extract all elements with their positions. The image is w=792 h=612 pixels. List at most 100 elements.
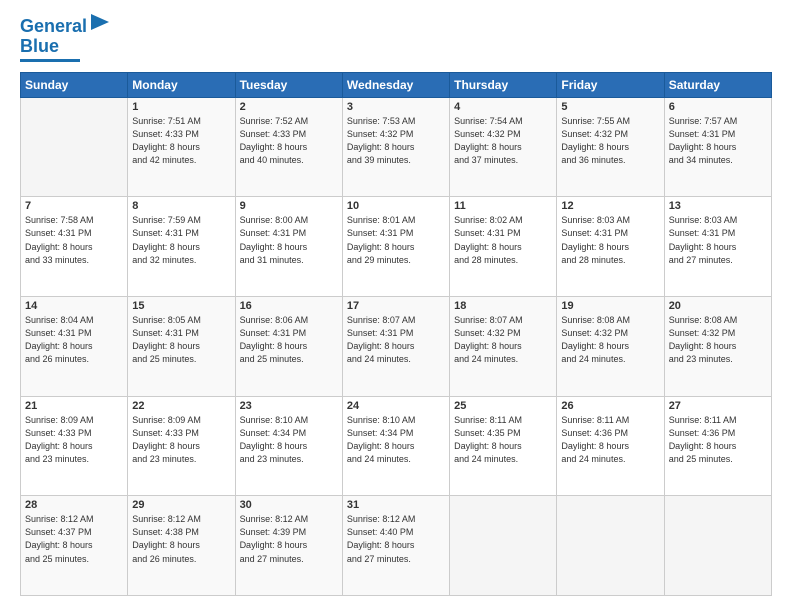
calendar-cell: 13 Sunrise: 8:03 AMSunset: 4:31 PMDayligh…: [664, 197, 771, 297]
logo-underline: [20, 59, 80, 62]
cell-info: Sunrise: 8:07 AMSunset: 4:31 PMDaylight:…: [347, 314, 445, 366]
cell-info: Sunrise: 7:51 AMSunset: 4:33 PMDaylight:…: [132, 115, 230, 167]
day-number: 6: [669, 101, 767, 113]
calendar-cell: 18Sunrise: 8:07 AMSunset: 4:32 PMDayligh…: [450, 297, 557, 397]
day-number: 2: [240, 101, 338, 113]
calendar-cell: 8 Sunrise: 7:59 AMSunset: 4:31 PMDaylight…: [128, 197, 235, 297]
cell-info: Sunrise: 8:12 AMSunset: 4:39 PMDaylight:…: [240, 513, 338, 565]
calendar-cell: 30Sunrise: 8:12 AMSunset: 4:39 PMDayligh…: [235, 496, 342, 596]
cell-info: Sunrise: 7:55 AMSunset: 4:32 PMDaylight:…: [561, 115, 659, 167]
day-number: 28: [25, 499, 123, 511]
logo-arrow-icon: [91, 14, 109, 30]
calendar-cell: 16 Sunrise: 8:06 AMSunset: 4:31 PMDayligh…: [235, 297, 342, 397]
calendar-cell: 1 Sunrise: 7:51 AMSunset: 4:33 PMDaylight…: [128, 97, 235, 197]
cell-info: Sunrise: 8:09 AMSunset: 4:33 PMDaylight:…: [132, 414, 230, 466]
calendar-cell: [21, 97, 128, 197]
col-header-tuesday: Tuesday: [235, 72, 342, 97]
calendar-cell: 29 Sunrise: 8:12 AMSunset: 4:38 PMDayligh…: [128, 496, 235, 596]
day-number: 4: [454, 101, 552, 113]
day-number: 14: [25, 300, 123, 312]
cell-info: Sunrise: 8:03 AMSunset: 4:31 PMDaylight:…: [669, 214, 767, 266]
day-number: 15: [132, 300, 230, 312]
day-number: 5: [561, 101, 659, 113]
cell-info: Sunrise: 7:59 AMSunset: 4:31 PMDaylight:…: [132, 214, 230, 266]
cell-info: Sunrise: 8:10 AMSunset: 4:34 PMDaylight:…: [240, 414, 338, 466]
col-header-wednesday: Wednesday: [342, 72, 449, 97]
cell-info: Sunrise: 8:12 AMSunset: 4:40 PMDaylight:…: [347, 513, 445, 565]
calendar-cell: 17 Sunrise: 8:07 AMSunset: 4:31 PMDayligh…: [342, 297, 449, 397]
day-number: 25: [454, 400, 552, 412]
cell-info: Sunrise: 8:00 AMSunset: 4:31 PMDaylight:…: [240, 214, 338, 266]
day-number: 7: [25, 200, 123, 212]
cell-info: Sunrise: 8:10 AMSunset: 4:34 PMDaylight:…: [347, 414, 445, 466]
calendar-cell: [450, 496, 557, 596]
cell-info: Sunrise: 8:07 AMSunset: 4:32 PMDaylight:…: [454, 314, 552, 366]
calendar-cell: 2Sunrise: 7:52 AMSunset: 4:33 PMDaylight…: [235, 97, 342, 197]
day-number: 11: [454, 200, 552, 212]
calendar-cell: [664, 496, 771, 596]
cell-info: Sunrise: 8:08 AMSunset: 4:32 PMDaylight:…: [561, 314, 659, 366]
calendar-cell: 10Sunrise: 8:01 AMSunset: 4:31 PMDayligh…: [342, 197, 449, 297]
col-header-thursday: Thursday: [450, 72, 557, 97]
calendar-cell: 31 Sunrise: 8:12 AMSunset: 4:40 PMDayligh…: [342, 496, 449, 596]
calendar-cell: 24 Sunrise: 8:10 AMSunset: 4:34 PMDayligh…: [342, 396, 449, 496]
cell-info: Sunrise: 8:12 AMSunset: 4:38 PMDaylight:…: [132, 513, 230, 565]
cell-info: Sunrise: 8:12 AMSunset: 4:37 PMDaylight:…: [25, 513, 123, 565]
calendar-cell: 28 Sunrise: 8:12 AMSunset: 4:37 PMDayligh…: [21, 496, 128, 596]
calendar-table: SundayMondayTuesdayWednesdayThursdayFrid…: [20, 72, 772, 596]
day-number: 3: [347, 101, 445, 113]
calendar-cell: 3Sunrise: 7:53 AMSunset: 4:32 PMDaylight…: [342, 97, 449, 197]
day-number: 21: [25, 400, 123, 412]
calendar-cell: 14Sunrise: 8:04 AMSunset: 4:31 PMDayligh…: [21, 297, 128, 397]
day-number: 29: [132, 499, 230, 511]
day-number: 19: [561, 300, 659, 312]
day-number: 16: [240, 300, 338, 312]
col-header-friday: Friday: [557, 72, 664, 97]
calendar-cell: 7 Sunrise: 7:58 AMSunset: 4:31 PMDaylight…: [21, 197, 128, 297]
col-header-saturday: Saturday: [664, 72, 771, 97]
calendar-week-row: 21 Sunrise: 8:09 AMSunset: 4:33 PMDayligh…: [21, 396, 772, 496]
cell-info: Sunrise: 8:05 AMSunset: 4:31 PMDaylight:…: [132, 314, 230, 366]
logo-text: General: [20, 17, 87, 37]
calendar-cell: 4Sunrise: 7:54 AMSunset: 4:32 PMDaylight…: [450, 97, 557, 197]
calendar-week-row: 14Sunrise: 8:04 AMSunset: 4:31 PMDayligh…: [21, 297, 772, 397]
logo: General Blue: [20, 16, 109, 62]
day-number: 24: [347, 400, 445, 412]
calendar-cell: 12Sunrise: 8:03 AMSunset: 4:31 PMDayligh…: [557, 197, 664, 297]
calendar-header-row: SundayMondayTuesdayWednesdayThursdayFrid…: [21, 72, 772, 97]
cell-info: Sunrise: 8:09 AMSunset: 4:33 PMDaylight:…: [25, 414, 123, 466]
col-header-sunday: Sunday: [21, 72, 128, 97]
cell-info: Sunrise: 7:58 AMSunset: 4:31 PMDaylight:…: [25, 214, 123, 266]
cell-info: Sunrise: 8:11 AMSunset: 4:36 PMDaylight:…: [561, 414, 659, 466]
day-number: 9: [240, 200, 338, 212]
cell-info: Sunrise: 8:02 AMSunset: 4:31 PMDaylight:…: [454, 214, 552, 266]
header: General Blue: [20, 16, 772, 62]
day-number: 17: [347, 300, 445, 312]
calendar-cell: [557, 496, 664, 596]
calendar-cell: 27 Sunrise: 8:11 AMSunset: 4:36 PMDayligh…: [664, 396, 771, 496]
calendar-cell: 11 Sunrise: 8:02 AMSunset: 4:31 PMDayligh…: [450, 197, 557, 297]
day-number: 13: [669, 200, 767, 212]
day-number: 1: [132, 101, 230, 113]
cell-info: Sunrise: 8:11 AMSunset: 4:36 PMDaylight:…: [669, 414, 767, 466]
calendar-cell: 23 Sunrise: 8:10 AMSunset: 4:34 PMDayligh…: [235, 396, 342, 496]
day-number: 10: [347, 200, 445, 212]
calendar-cell: 19 Sunrise: 8:08 AMSunset: 4:32 PMDayligh…: [557, 297, 664, 397]
day-number: 12: [561, 200, 659, 212]
day-number: 31: [347, 499, 445, 511]
calendar-cell: 20Sunrise: 8:08 AMSunset: 4:32 PMDayligh…: [664, 297, 771, 397]
calendar-cell: 9 Sunrise: 8:00 AMSunset: 4:31 PMDaylight…: [235, 197, 342, 297]
day-number: 20: [669, 300, 767, 312]
calendar-cell: 25 Sunrise: 8:11 AMSunset: 4:35 PMDayligh…: [450, 396, 557, 496]
col-header-monday: Monday: [128, 72, 235, 97]
day-number: 27: [669, 400, 767, 412]
calendar-cell: 6Sunrise: 7:57 AMSunset: 4:31 PMDaylight…: [664, 97, 771, 197]
day-number: 8: [132, 200, 230, 212]
logo-blue-text: Blue: [20, 37, 59, 57]
calendar-cell: 22Sunrise: 8:09 AMSunset: 4:33 PMDayligh…: [128, 396, 235, 496]
cell-info: Sunrise: 8:06 AMSunset: 4:31 PMDaylight:…: [240, 314, 338, 366]
calendar-cell: 26Sunrise: 8:11 AMSunset: 4:36 PMDayligh…: [557, 396, 664, 496]
day-number: 23: [240, 400, 338, 412]
calendar-cell: 21 Sunrise: 8:09 AMSunset: 4:33 PMDayligh…: [21, 396, 128, 496]
cell-info: Sunrise: 8:11 AMSunset: 4:35 PMDaylight:…: [454, 414, 552, 466]
